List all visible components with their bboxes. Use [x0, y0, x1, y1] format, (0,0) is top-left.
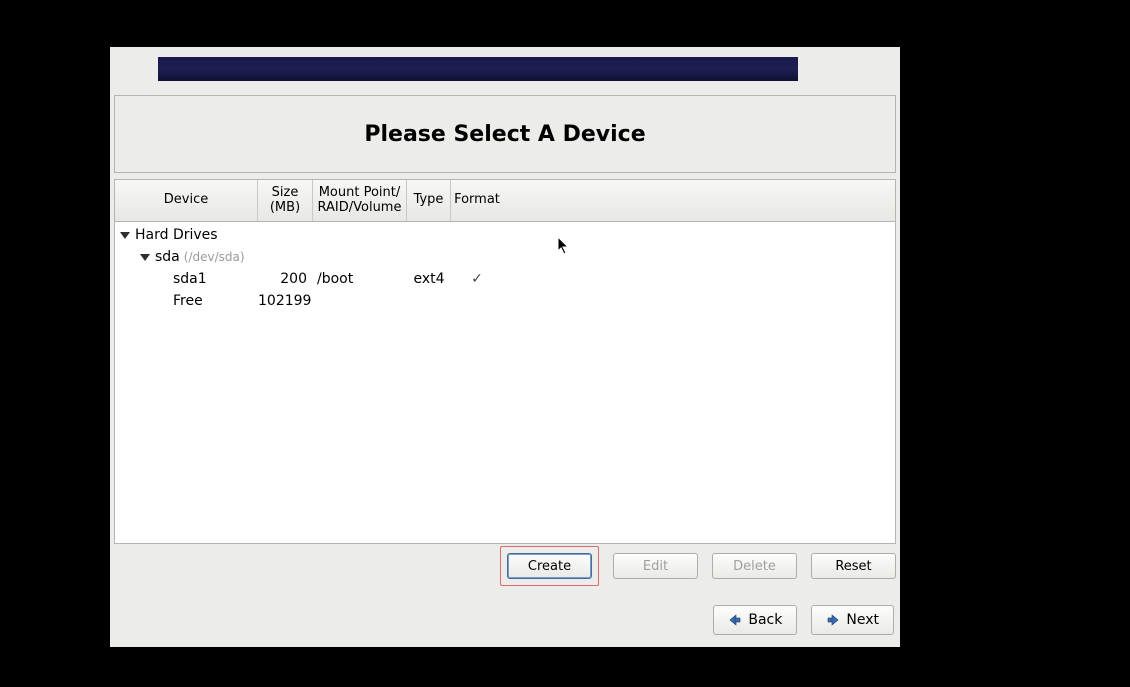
- edit-button: Edit: [613, 553, 698, 579]
- back-label: Back: [748, 612, 782, 628]
- page-title: Please Select A Device: [364, 122, 645, 147]
- partition-device: sda1: [173, 271, 207, 287]
- disk-path: (/dev/sda): [184, 250, 245, 264]
- tree-disk-row[interactable]: sda (/dev/sda): [115, 246, 895, 268]
- default-button-ring: Create: [500, 546, 599, 586]
- create-button[interactable]: Create: [507, 553, 592, 579]
- partition-row[interactable]: sda1 200 /boot ext4 ✓: [115, 268, 895, 290]
- disclosure-triangle-icon[interactable]: [139, 251, 151, 263]
- free-label: Free: [173, 293, 203, 309]
- next-label: Next: [846, 612, 879, 628]
- table-header: Device Size (MB) Mount Point/ RAID/Volum…: [115, 180, 895, 222]
- delete-button: Delete: [712, 553, 797, 579]
- tree-root-label: Hard Drives: [135, 227, 218, 243]
- action-bar: Create Edit Delete Reset: [114, 549, 896, 583]
- partition-size: 200: [258, 271, 313, 287]
- disclosure-triangle-icon[interactable]: [119, 229, 131, 241]
- col-size[interactable]: Size (MB): [258, 180, 313, 221]
- arrow-right-icon: [826, 613, 840, 627]
- free-size: 102199: [258, 293, 313, 309]
- back-button[interactable]: Back: [713, 605, 797, 635]
- col-format[interactable]: Format: [451, 180, 503, 221]
- disk-name: sda: [155, 249, 180, 265]
- free-space-row[interactable]: Free 102199: [115, 290, 895, 312]
- table-body: Hard Drives sda (/dev/sda) sda1 200 /boo…: [115, 222, 895, 312]
- nav-bar: Back Next: [713, 605, 894, 635]
- partition-type: ext4: [407, 271, 451, 287]
- arrow-left-icon: [728, 613, 742, 627]
- reset-button[interactable]: Reset: [811, 553, 896, 579]
- partition-mount: /boot: [313, 271, 407, 287]
- col-type[interactable]: Type: [407, 180, 451, 221]
- tree-root-row[interactable]: Hard Drives: [115, 224, 895, 246]
- col-mount[interactable]: Mount Point/ RAID/Volume: [313, 180, 407, 221]
- installer-window: Please Select A Device Device Size (MB) …: [110, 47, 900, 647]
- title-panel: Please Select A Device: [114, 95, 896, 173]
- header-banner: [158, 57, 798, 81]
- partition-format-check: ✓: [451, 271, 503, 287]
- col-device[interactable]: Device: [115, 180, 258, 221]
- device-table: Device Size (MB) Mount Point/ RAID/Volum…: [114, 179, 896, 544]
- next-button[interactable]: Next: [811, 605, 894, 635]
